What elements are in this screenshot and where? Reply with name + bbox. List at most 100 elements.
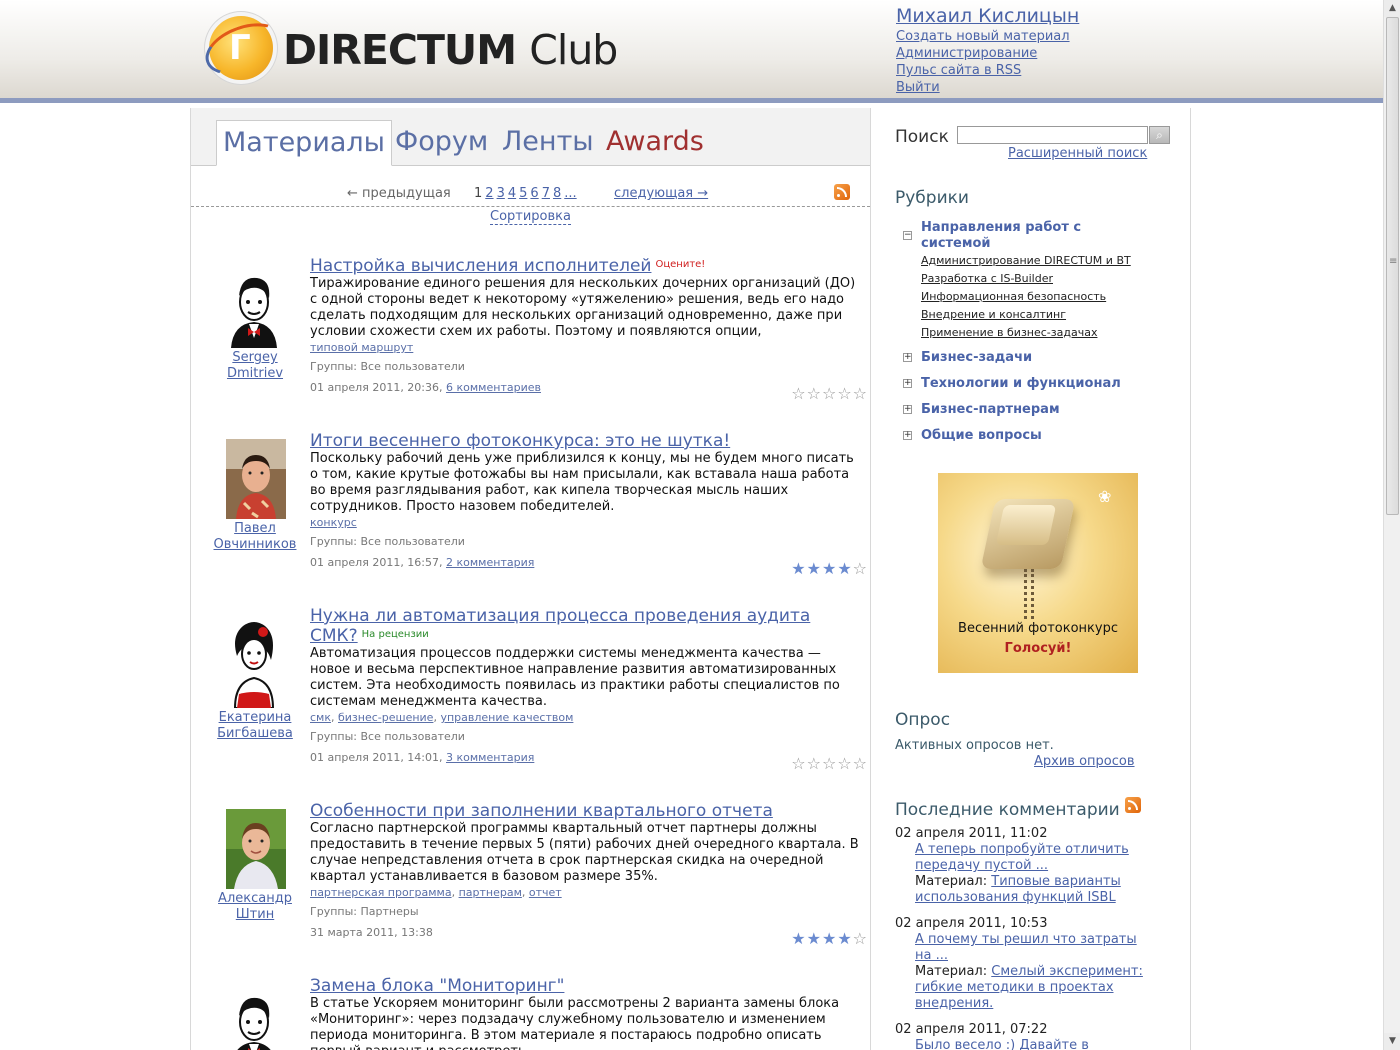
tab-awards[interactable]: Awards [606,120,704,166]
rss-pulse-link[interactable]: Пульс сайта в RSS [896,62,1079,79]
subcategory-link[interactable]: Применение в бизнес-задачах [921,326,1097,340]
tag-link[interactable]: бизнес-решение [338,711,433,724]
search-input[interactable] [957,126,1148,144]
material-link[interactable]: использования функций ISBL [915,890,1116,905]
comment-link[interactable]: Было весело :) Давайте в [915,1038,1155,1050]
material-link[interactable]: внедрения. [915,996,993,1011]
star-icon[interactable]: ☆ [791,754,806,773]
category-link[interactable]: Бизнес-партнерам [921,402,1060,418]
avatar[interactable] [226,439,286,519]
avatar[interactable] [223,988,285,1050]
pager-page-link[interactable]: ... [564,186,576,201]
category-link[interactable]: Направления работ с системой [921,220,1081,252]
comment-link[interactable]: А почему ты решил что затраты на ... [915,932,1155,964]
author-link[interactable]: Екатерина [219,710,292,725]
tag-link[interactable]: смк [310,711,331,724]
category-link[interactable]: Бизнес-задачи [921,350,1032,366]
pager-page-link[interactable]: 3 [497,186,505,201]
tab-materials[interactable]: Материалы [216,120,392,166]
pager-page-link[interactable]: 7 [542,186,550,201]
expand-icon[interactable]: + [903,405,912,414]
author-link[interactable]: Штин [236,907,274,922]
post-title-link[interactable]: Особенности при заполнении квартального … [310,801,773,821]
photo-contest-banner[interactable]: ❀ Весенний фотоконкурс Голосуй! [938,473,1138,673]
subcategory-link[interactable]: Разработка с IS-Builder [921,272,1053,286]
pager-next-link[interactable]: следующая → [614,186,708,201]
comment-link[interactable]: А теперь попробуйте отличить передачу пус… [915,842,1155,874]
pager-page-link[interactable]: 8 [553,186,561,201]
author-link[interactable]: Sergey [232,350,277,365]
star-icon[interactable]: ☆ [791,384,806,403]
administration-link[interactable]: Администрирование [896,45,1079,62]
star-icon[interactable]: ☆ [853,754,868,773]
star-icon[interactable]: ☆ [853,929,868,948]
tag-link[interactable]: партнерам [459,886,522,899]
rss-icon[interactable] [1125,797,1142,813]
tag-link[interactable]: управление качеством [440,711,573,724]
star-icon[interactable]: ☆ [853,559,868,578]
comments-link[interactable]: 2 комментария [446,556,534,569]
star-icon[interactable]: ★ [791,559,806,578]
user-name-link[interactable]: Михаил Кислицын [896,4,1079,28]
tab-feeds[interactable]: Ленты [502,120,594,166]
subcategory-link[interactable]: Администрирование DIRECTUM и ВТ [921,254,1131,268]
vertical-scrollbar[interactable]: ▲ ▼ [1383,0,1400,1050]
comments-link[interactable]: 3 комментария [446,751,534,764]
star-icon[interactable]: ★ [807,559,822,578]
expand-icon[interactable]: + [903,379,912,388]
star-icon[interactable]: ☆ [837,384,852,403]
author-link[interactable]: Павел [234,521,276,536]
pager-page-link[interactable]: 5 [519,186,527,201]
star-icon[interactable]: ★ [837,929,852,948]
star-icon[interactable]: ☆ [837,754,852,773]
star-icon[interactable]: ★ [822,929,837,948]
scroll-thumb[interactable] [1386,17,1399,515]
post-title-link[interactable]: Итоги весеннего фотоконкурса: это не шут… [310,431,730,451]
material-link[interactable]: гибкие методики в проектах [915,980,1114,995]
pager-page-link[interactable]: 6 [530,186,538,201]
site-logo[interactable]: DIRECTUM Club [207,14,618,84]
star-icon[interactable]: ☆ [822,754,837,773]
pager-page-link[interactable]: 4 [508,186,516,201]
avatar[interactable] [223,616,285,708]
scroll-up-arrow-icon[interactable]: ▲ [1384,0,1400,17]
star-icon[interactable]: ☆ [807,754,822,773]
category-link[interactable]: Общие вопросы [921,428,1042,444]
create-material-link[interactable]: Создать новый материал [896,28,1079,45]
tag-link[interactable]: типовой маршрут [310,341,413,354]
avatar[interactable] [226,809,286,889]
expand-icon[interactable]: + [903,353,912,362]
author-link[interactable]: Бигбашева [217,726,293,741]
logout-link[interactable]: Выйти [896,79,1079,96]
rating-stars[interactable]: ★★★★☆ [791,931,868,947]
rating-stars[interactable]: ☆☆☆☆☆ [791,756,868,772]
scroll-down-arrow-icon[interactable]: ▼ [1384,1033,1400,1050]
pager-page-link[interactable]: 2 [485,186,493,201]
tag-link[interactable]: конкурс [310,516,357,529]
sort-link[interactable]: Сортировка [490,209,571,225]
comments-link[interactable]: 6 комментариев [446,381,541,394]
material-link[interactable]: Смелый эксперимент: [991,964,1143,979]
avatar[interactable] [223,268,285,348]
star-icon[interactable]: ★ [822,559,837,578]
rss-icon[interactable] [834,184,850,200]
author-link[interactable]: Александр [218,891,292,906]
post-title-link[interactable]: Замена блока "Мониторинг" [310,976,564,996]
subcategory-link[interactable]: Внедрение и консалтинг [921,308,1066,322]
star-icon[interactable]: ☆ [853,384,868,403]
star-icon[interactable]: ★ [791,929,806,948]
author-link[interactable]: Dmitriev [227,366,283,381]
star-icon[interactable]: ☆ [807,384,822,403]
poll-archive-link[interactable]: Архив опросов [1034,754,1135,769]
post-title-link[interactable]: Нужна ли автоматизация процесса проведен… [310,606,810,646]
material-link[interactable]: Типовые варианты [991,874,1121,889]
rating-stars[interactable]: ★★★★☆ [791,561,868,577]
tag-link[interactable]: отчет [529,886,562,899]
subcategory-link[interactable]: Информационная безопасность [921,290,1106,304]
rating-stars[interactable]: ☆☆☆☆☆ [791,386,868,402]
author-link[interactable]: Овчинников [214,537,297,552]
star-icon[interactable]: ☆ [822,384,837,403]
category-link[interactable]: Технологии и функционал [921,376,1121,392]
advanced-search-link[interactable]: Расширенный поиск [1008,146,1147,161]
tab-forum[interactable]: Форум [395,120,488,166]
